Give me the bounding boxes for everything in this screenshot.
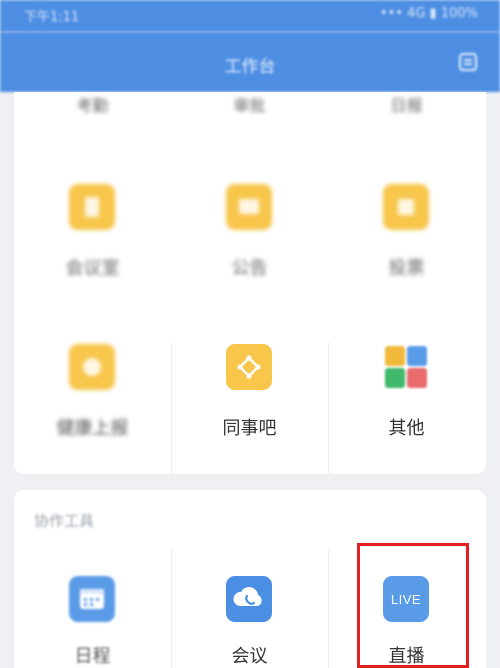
app-label: 其他 [388,418,425,439]
tool-meeting[interactable]: 会议 [171,548,328,668]
app-meeting-room[interactable]: 会议室 [14,92,171,292]
apps-grid-icon [383,344,429,390]
health-icon [69,344,115,390]
calendar-icon [69,576,115,622]
app-other[interactable]: 其他 [328,292,485,474]
status-system-icons: ••• 4G ▮ 100% [379,6,478,21]
door-icon [69,184,115,230]
list-icon[interactable] [458,52,478,72]
app-colleague-bar[interactable]: 同事吧 [171,292,328,474]
app-label: 会议室 [65,258,120,279]
status-time: 下午1:11 [24,10,80,25]
app-label: 投票 [388,258,425,279]
apps-card: 考勤 审批 日报 会议室 公告 投票 健康上报 同事吧 其他 [14,92,486,474]
cloud-phone-icon [226,576,272,622]
app-notice[interactable]: 公告 [171,92,328,292]
mail-icon [226,184,272,230]
section-title: 协作工具 [34,512,95,530]
tool-label: 日程 [74,646,111,667]
tool-label: 会议 [231,646,268,667]
vote-icon [383,184,429,230]
top-header: 工作台 [0,32,500,92]
app-label: 健康上报 [56,418,129,439]
highlight-box [357,543,469,668]
app-label: 同事吧 [222,418,277,439]
app-vote[interactable]: 投票 [328,92,485,292]
app-label: 公告 [231,258,268,279]
tool-schedule[interactable]: 日程 [14,548,171,668]
app-health-report[interactable]: 健康上报 [14,292,171,474]
colleague-icon [226,344,272,390]
page-title: 工作台 [224,57,276,77]
status-bar: 下午1:11 ••• 4G ▮ 100% [0,0,500,32]
